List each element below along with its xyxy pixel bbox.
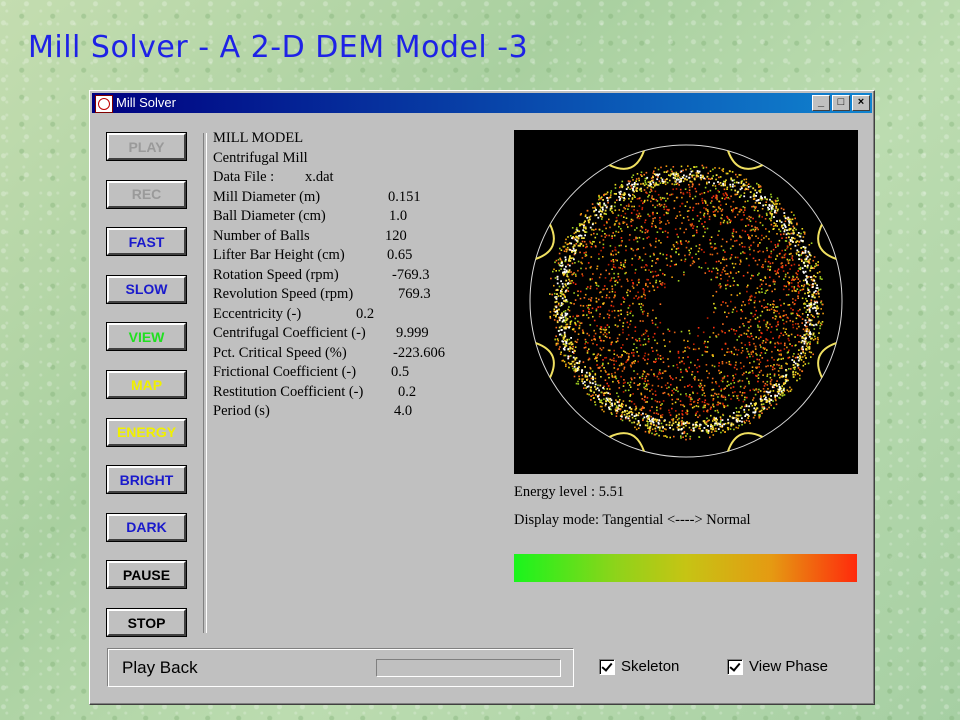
param-label: Rotation Speed (rpm): [213, 266, 339, 283]
checkbox-check-icon[interactable]: [727, 658, 743, 675]
param-value: 1.0: [389, 208, 408, 224]
param-value: 9.999: [396, 325, 429, 341]
param-value: 0.5: [391, 364, 410, 380]
param-value: 120: [385, 227, 407, 244]
skeleton-checkbox[interactable]: Skeleton: [599, 658, 679, 675]
energy-level-text: Energy level : 5.51: [514, 484, 625, 500]
param-label: Frictional Coefficient (-): [213, 364, 357, 380]
param-value: 0.2: [356, 305, 375, 322]
app-icon[interactable]: [95, 95, 113, 113]
param-label: Pct. Critical Speed (%): [213, 344, 347, 361]
pause-button[interactable]: PAUSE: [107, 561, 186, 589]
param-label: Ball Diameter (cm): [213, 208, 326, 224]
param-label: Period (s): [213, 403, 270, 419]
fast-button[interactable]: FAST: [107, 228, 186, 256]
minimize-button[interactable]: _: [812, 95, 830, 111]
param-value: x.dat: [305, 169, 334, 185]
display-mode-text: Display mode: Tangential <----> Normal: [514, 512, 751, 528]
param-value: 769.3: [398, 286, 431, 302]
playback-progress-bar: [376, 659, 561, 677]
mill-drum-graphic: [529, 144, 843, 458]
window-title: Mill Solver: [116, 95, 176, 110]
energy-color-scale: [514, 554, 857, 582]
slide-title: Mill Solver - A 2-D DEM Model -3: [28, 30, 529, 65]
close-button[interactable]: ×: [852, 95, 870, 111]
lifter-bar: [817, 342, 837, 378]
maximize-button[interactable]: □: [832, 95, 850, 111]
param-value: 0.151: [388, 188, 421, 205]
particle-cloud: [549, 164, 824, 441]
skeleton-label: Skeleton: [621, 658, 680, 675]
model-heading: MILL MODEL: [213, 130, 304, 146]
lifter-bar: [727, 432, 763, 452]
lifter-bar: [535, 342, 555, 378]
param-value: 0.2: [398, 383, 417, 400]
param-label: Mill Diameter (m): [213, 188, 321, 205]
mill-simulation-view: [514, 130, 858, 474]
param-label: Eccentricity (-): [213, 305, 302, 322]
energy-button[interactable]: ENERGY: [107, 418, 186, 446]
play-button[interactable]: PLAY: [107, 133, 186, 160]
param-label: Centrifugal Coefficient (-): [213, 325, 366, 341]
param-value: 0.65: [387, 247, 413, 263]
view-phase-label: View Phase: [749, 658, 828, 675]
lifter-bar: [609, 150, 645, 170]
status-panel: Play Back: [107, 648, 574, 687]
view-phase-checkbox[interactable]: View Phase: [727, 658, 828, 675]
mill-solver-window: Mill Solver _ □ × PLAY REC FAST SLOW VIEW MAP…: [89, 90, 875, 705]
stop-button[interactable]: STOP: [107, 609, 186, 636]
param-label: Lifter Bar Height (cm): [213, 247, 345, 263]
playback-status-label: Play Back: [122, 658, 198, 677]
vertical-divider: [203, 133, 207, 633]
dark-button[interactable]: DARK: [107, 513, 186, 541]
param-label: Restitution Coefficient (-): [213, 383, 364, 400]
rec-button[interactable]: REC: [107, 180, 186, 208]
model-type: Centrifugal Mill: [213, 149, 308, 166]
param-label: Data File :: [213, 169, 275, 185]
lifter-bar: [727, 150, 763, 170]
lifter-bar: [609, 432, 645, 452]
param-label: Revolution Speed (rpm): [213, 286, 354, 302]
slow-button[interactable]: SLOW: [107, 275, 186, 303]
checkbox-check-icon[interactable]: [599, 658, 615, 675]
lifter-bar: [817, 224, 837, 260]
param-value: -769.3: [392, 266, 430, 283]
view-button[interactable]: VIEW: [107, 323, 186, 351]
map-button[interactable]: MAP: [107, 371, 186, 398]
param-value: -223.606: [393, 344, 445, 361]
bright-button[interactable]: BRIGHT: [107, 466, 186, 494]
lifter-bar: [535, 224, 555, 260]
param-label: Number of Balls: [213, 227, 310, 244]
param-value: 4.0: [394, 403, 413, 419]
window-titlebar[interactable]: Mill Solver _ □ ×: [92, 93, 872, 113]
